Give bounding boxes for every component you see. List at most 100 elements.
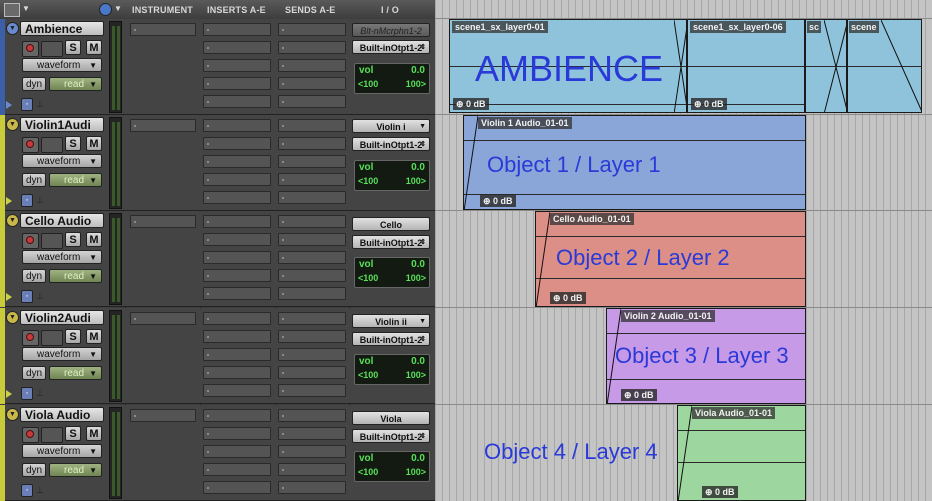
record-enable-button[interactable] (22, 233, 39, 249)
playlist-icon[interactable]: ⊥ (36, 485, 44, 496)
input-selector[interactable]: Cello (352, 217, 430, 231)
insert-slot-c[interactable] (203, 59, 271, 72)
audio-clip[interactable]: Viola Audio_01-01 ⊕ 0 dB (677, 405, 806, 501)
input-selector[interactable]: Violin ii ▼ (352, 314, 430, 328)
playlist-icon[interactable]: ⊥ (36, 99, 44, 110)
dyn-button[interactable]: dyn (22, 173, 46, 187)
dyn-button[interactable]: dyn (22, 269, 46, 283)
insert-slot-a[interactable] (203, 215, 271, 228)
track-select-icon[interactable]: ▼ (6, 118, 19, 131)
audio-clip[interactable]: scene1_sx_layer0-06 ⊕ 0 dB (687, 19, 805, 113)
fade-in-icon[interactable] (678, 406, 692, 501)
dyn-button[interactable]: dyn (22, 77, 46, 91)
input-monitor-button[interactable] (41, 233, 63, 249)
track-name[interactable]: Violin1Audi (20, 117, 104, 132)
voice-icon[interactable]: ◦ (21, 98, 33, 111)
insert-slot-a[interactable] (203, 23, 271, 36)
insert-slot-c[interactable] (203, 251, 271, 264)
dyn-button[interactable]: dyn (22, 366, 46, 380)
volume-pan-display[interactable]: vol 0.0 <100 100> (354, 63, 430, 94)
insert-slot-e[interactable] (203, 95, 271, 108)
instrument-slot[interactable] (130, 215, 196, 228)
view-menu-chevron-icon[interactable]: ▼ (114, 4, 122, 13)
mute-button[interactable]: M (86, 232, 102, 247)
insert-slot-b[interactable] (203, 137, 271, 150)
record-enable-button[interactable] (22, 137, 39, 153)
insert-slot-d[interactable] (203, 269, 271, 282)
voice-icon[interactable]: ◦ (21, 194, 33, 207)
send-slot-a[interactable] (278, 312, 346, 325)
volume-pan-display[interactable]: vol 0.0 <100 100> (354, 451, 430, 482)
play-triangle-icon[interactable] (6, 101, 12, 109)
solo-button[interactable]: S (65, 426, 81, 441)
send-slot-b[interactable] (278, 233, 346, 246)
send-slot-a[interactable] (278, 409, 346, 422)
insert-slot-d[interactable] (203, 463, 271, 476)
send-slot-a[interactable] (278, 119, 346, 132)
record-enable-button[interactable] (22, 427, 39, 443)
send-slot-e[interactable] (278, 481, 346, 494)
crossfade-icon[interactable] (674, 20, 687, 113)
record-enable-button[interactable] (22, 330, 39, 346)
track-select-icon[interactable]: ▼ (6, 214, 19, 227)
output-selector[interactable]: Built-inOtpt1-2 ⇕ (352, 429, 430, 443)
instrument-slot[interactable] (130, 409, 196, 422)
track-view-selector[interactable]: waveform ▼ (22, 250, 102, 264)
track-view-selector[interactable]: waveform ▼ (22, 154, 102, 168)
send-slot-e[interactable] (278, 95, 346, 108)
insert-slot-c[interactable] (203, 445, 271, 458)
dyn-button[interactable]: dyn (22, 463, 46, 477)
insert-slot-d[interactable] (203, 77, 271, 90)
output-selector[interactable]: Built-inOtpt1-2 ⇕ (352, 235, 430, 249)
input-selector[interactable]: Violin i ▼ (352, 119, 430, 133)
insert-slot-d[interactable] (203, 173, 271, 186)
clock-icon[interactable] (99, 3, 112, 16)
record-enable-button[interactable] (22, 41, 39, 57)
automation-mode-selector[interactable]: read ▼ (49, 77, 102, 91)
track-select-icon[interactable]: ▼ (6, 408, 19, 421)
voice-icon[interactable]: ◦ (21, 290, 33, 303)
track-name[interactable]: Ambience (20, 21, 104, 36)
insert-slot-c[interactable] (203, 348, 271, 361)
send-slot-e[interactable] (278, 191, 346, 204)
automation-mode-selector[interactable]: read ▼ (49, 269, 102, 283)
track-list-menu-icon[interactable] (4, 3, 20, 17)
playlist-icon[interactable]: ⊥ (36, 291, 44, 302)
send-slot-d[interactable] (278, 366, 346, 379)
insert-slot-a[interactable] (203, 409, 271, 422)
send-slot-d[interactable] (278, 463, 346, 476)
solo-button[interactable]: S (65, 136, 81, 151)
track-view-selector[interactable]: waveform ▼ (22, 58, 102, 72)
volume-pan-display[interactable]: vol 0.0 <100 100> (354, 257, 430, 288)
mute-button[interactable]: M (86, 40, 102, 55)
send-slot-d[interactable] (278, 173, 346, 186)
volume-pan-display[interactable]: vol 0.0 <100 100> (354, 160, 430, 191)
send-slot-d[interactable] (278, 77, 346, 90)
chevron-down-icon[interactable]: ▼ (22, 4, 30, 13)
send-slot-b[interactable] (278, 427, 346, 440)
fade-in-icon[interactable] (464, 116, 478, 210)
instrument-slot[interactable] (130, 23, 196, 36)
fade-in-icon[interactable] (536, 212, 550, 307)
playlist-icon[interactable]: ⊥ (36, 388, 44, 399)
insert-slot-b[interactable] (203, 427, 271, 440)
send-slot-b[interactable] (278, 330, 346, 343)
playlist-icon[interactable]: ⊥ (36, 195, 44, 206)
insert-slot-e[interactable] (203, 481, 271, 494)
track-name[interactable]: Violin2Audi (20, 310, 104, 325)
insert-slot-b[interactable] (203, 233, 271, 246)
track-select-icon[interactable]: ▼ (6, 22, 19, 35)
insert-slot-a[interactable] (203, 312, 271, 325)
send-slot-c[interactable] (278, 251, 346, 264)
solo-button[interactable]: S (65, 40, 81, 55)
send-slot-e[interactable] (278, 384, 346, 397)
crossfade-icon[interactable] (824, 20, 847, 113)
track-view-selector[interactable]: waveform ▼ (22, 444, 102, 458)
output-selector[interactable]: Built-inOtpt1-2 ⇕ (352, 332, 430, 346)
send-slot-e[interactable] (278, 287, 346, 300)
audio-clip[interactable]: scene (847, 19, 922, 113)
send-slot-b[interactable] (278, 137, 346, 150)
input-selector[interactable]: Blt-nMcrphn1-2 (352, 23, 430, 37)
track-name[interactable]: Viola Audio (20, 407, 104, 422)
insert-slot-b[interactable] (203, 330, 271, 343)
